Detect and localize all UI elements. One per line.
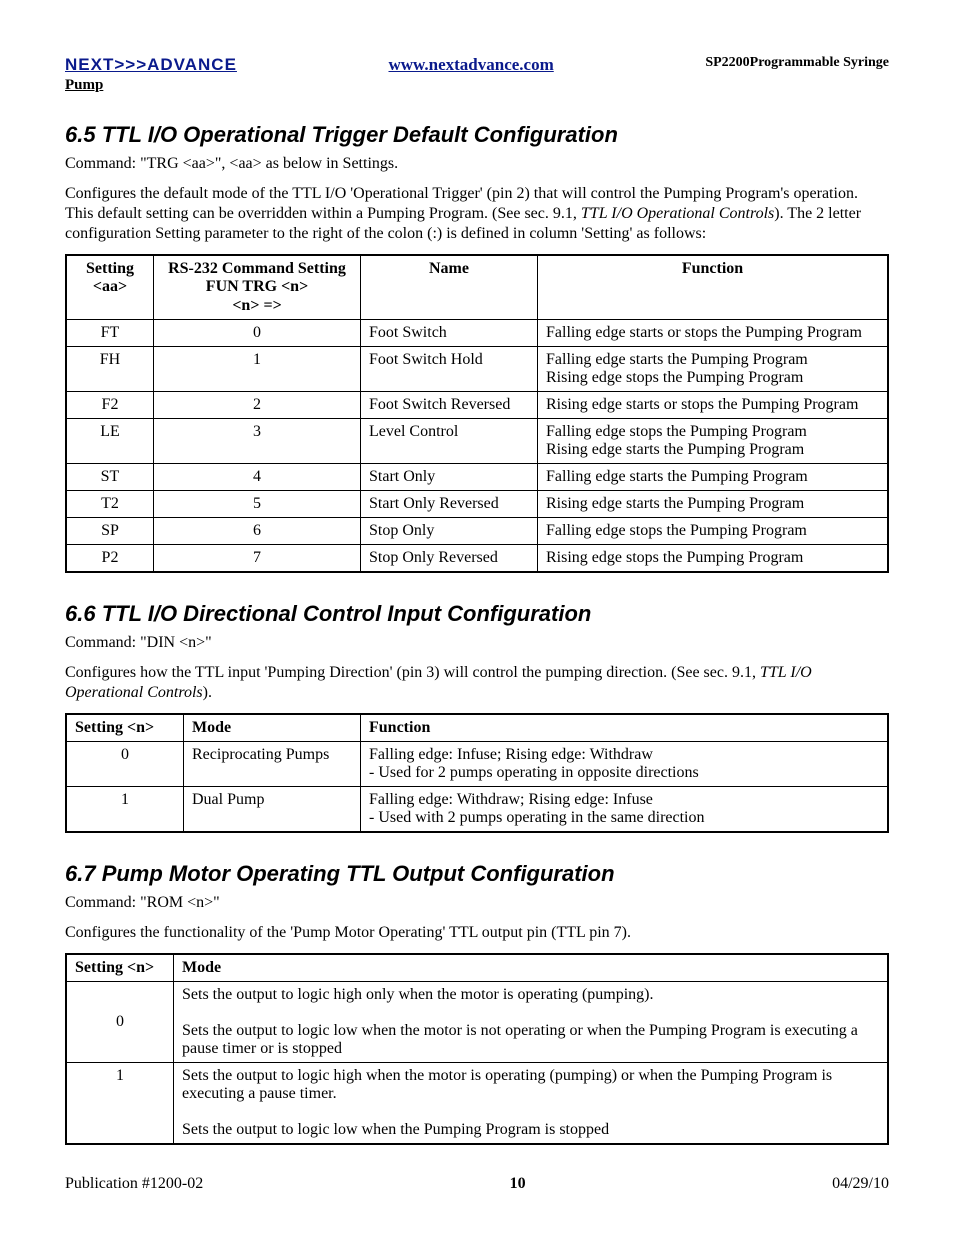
cell-function: Falling edge starts or stops the Pumping… xyxy=(538,320,889,347)
footer-left: Publication #1200-02 xyxy=(65,1175,203,1193)
cell-setting: SP xyxy=(66,518,154,545)
table-row: P2 7 Stop Only Reversed Rising edge stop… xyxy=(66,545,888,573)
section-6-7-command: Command: "ROM <n>" xyxy=(65,893,889,913)
cell-name: Level Control xyxy=(361,419,538,464)
section-6-7-desc: Configures the functionality of the 'Pum… xyxy=(65,923,889,943)
cell-rs232: 5 xyxy=(154,491,361,518)
cell-function: Falling edge starts the Pumping Program xyxy=(538,464,889,491)
cell-name: Stop Only Reversed xyxy=(361,545,538,573)
text: Configures how the TTL input 'Pumping Di… xyxy=(65,664,760,681)
cell-mode: Reciprocating Pumps xyxy=(184,742,361,787)
cell-function: Rising edge starts the Pumping Program xyxy=(538,491,889,518)
website-link[interactable]: www.nextadvance.com xyxy=(389,55,554,74)
col-rs232-sub2: <n> => xyxy=(232,297,281,314)
text-italic: TTL I/O Operational Controls xyxy=(581,205,774,222)
page-header: NEXT>>>ADVANCE www.nextadvance.com SP220… xyxy=(65,55,889,75)
footer-page-number: 10 xyxy=(510,1175,526,1193)
cell-setting: P2 xyxy=(66,545,154,573)
table-6-7: Setting <n> Mode 0 Sets the output to lo… xyxy=(65,953,889,1145)
col-mode: Mode xyxy=(174,954,889,982)
table-row: T2 5 Start Only Reversed Rising edge sta… xyxy=(66,491,888,518)
table-6-6: Setting <n> Mode Function 0 Reciprocatin… xyxy=(65,713,889,833)
table-6-6-body: 0 Reciprocating Pumps Falling edge: Infu… xyxy=(66,742,888,833)
col-setting: Setting <n> xyxy=(66,954,174,982)
page: NEXT>>>ADVANCE www.nextadvance.com SP220… xyxy=(0,0,954,1233)
section-6-6-command: Command: "DIN <n>" xyxy=(65,633,889,653)
col-rs232: RS-232 Command Setting xyxy=(168,260,346,277)
col-rs232-sub1: FUN TRG <n> xyxy=(206,278,308,295)
cell-name: Foot Switch Reversed xyxy=(361,392,538,419)
col-name: Name xyxy=(361,255,538,320)
table-row: LE 3 Level Control Falling edge stops th… xyxy=(66,419,888,464)
text: ). xyxy=(203,684,212,701)
cell-function: Falling edge stops the Pumping Program xyxy=(538,518,889,545)
table-row: SP 6 Stop Only Falling edge stops the Pu… xyxy=(66,518,888,545)
table-row: FT 0 Foot Switch Falling edge starts or … xyxy=(66,320,888,347)
section-6-5-desc: Configures the default mode of the TTL I… xyxy=(65,184,889,244)
col-setting: Setting <n> xyxy=(66,714,184,742)
cell-function: Falling edge stops the Pumping ProgramRi… xyxy=(538,419,889,464)
col-setting-sub: <aa> xyxy=(93,278,127,295)
col-mode: Mode xyxy=(184,714,361,742)
cell-rs232: 0 xyxy=(154,320,361,347)
cell-function: Falling edge: Infuse; Rising edge: Withd… xyxy=(361,742,889,787)
cell-rs232: 6 xyxy=(154,518,361,545)
cell-setting: ST xyxy=(66,464,154,491)
cell-name: Start Only Reversed xyxy=(361,491,538,518)
cell-setting: F2 xyxy=(66,392,154,419)
table-row: 1 Sets the output to logic high when the… xyxy=(66,1063,888,1145)
table-header-row: Setting <n> Mode Function xyxy=(66,714,888,742)
cell-setting: 1 xyxy=(66,1063,174,1145)
table-row: ST 4 Start Only Falling edge starts the … xyxy=(66,464,888,491)
cell-mode: Dual Pump xyxy=(184,787,361,833)
cell-rs232: 3 xyxy=(154,419,361,464)
section-6-6-desc: Configures how the TTL input 'Pumping Di… xyxy=(65,663,889,703)
table-6-5: Setting <aa> RS-232 Command Setting FUN … xyxy=(65,254,889,573)
product-name: SP2200Programmable Syringe xyxy=(705,55,889,71)
pump-label: Pump xyxy=(65,77,889,94)
section-6-7-heading: 6.7 Pump Motor Operating TTL Output Conf… xyxy=(65,861,889,887)
brand-logo: NEXT>>>ADVANCE xyxy=(65,55,237,74)
cell-setting: T2 xyxy=(66,491,154,518)
section-6-5-heading: 6.5 TTL I/O Operational Trigger Default … xyxy=(65,122,889,148)
page-footer: Publication #1200-02 10 04/29/10 xyxy=(65,1175,889,1193)
table-row: 1 Dual Pump Falling edge: Withdraw; Risi… xyxy=(66,787,888,833)
col-setting: Setting xyxy=(86,260,134,277)
table-row: 0 Reciprocating Pumps Falling edge: Infu… xyxy=(66,742,888,787)
section-6-6-heading: 6.6 TTL I/O Directional Control Input Co… xyxy=(65,601,889,627)
cell-setting: 0 xyxy=(66,982,174,1063)
cell-function: Rising edge starts or stops the Pumping … xyxy=(538,392,889,419)
cell-rs232: 1 xyxy=(154,347,361,392)
cell-rs232: 2 xyxy=(154,392,361,419)
cell-rs232: 7 xyxy=(154,545,361,573)
cell-setting: 1 xyxy=(66,787,184,833)
cell-name: Start Only xyxy=(361,464,538,491)
cell-setting: 0 xyxy=(66,742,184,787)
cell-mode: Sets the output to logic high when the m… xyxy=(174,1063,889,1145)
table-header-row: Setting <n> Mode xyxy=(66,954,888,982)
cell-setting: FH xyxy=(66,347,154,392)
table-row: 0 Sets the output to logic high only whe… xyxy=(66,982,888,1063)
table-6-5-body: FT 0 Foot Switch Falling edge starts or … xyxy=(66,320,888,573)
cell-function: Rising edge stops the Pumping Program xyxy=(538,545,889,573)
cell-name: Stop Only xyxy=(361,518,538,545)
cell-name: Foot Switch xyxy=(361,320,538,347)
cell-setting: FT xyxy=(66,320,154,347)
col-function: Function xyxy=(538,255,889,320)
cell-function: Falling edge starts the Pumping ProgramR… xyxy=(538,347,889,392)
table-header-row: Setting <aa> RS-232 Command Setting FUN … xyxy=(66,255,888,320)
section-6-5-command: Command: "TRG <aa>", <aa> as below in Se… xyxy=(65,154,889,174)
cell-mode: Sets the output to logic high only when … xyxy=(174,982,889,1063)
cell-function: Falling edge: Withdraw; Rising edge: Inf… xyxy=(361,787,889,833)
table-row: FH 1 Foot Switch Hold Falling edge start… xyxy=(66,347,888,392)
cell-setting: LE xyxy=(66,419,154,464)
col-function: Function xyxy=(361,714,889,742)
cell-rs232: 4 xyxy=(154,464,361,491)
table-row: F2 2 Foot Switch Reversed Rising edge st… xyxy=(66,392,888,419)
footer-right: 04/29/10 xyxy=(832,1175,889,1193)
table-6-7-body: 0 Sets the output to logic high only whe… xyxy=(66,982,888,1145)
cell-name: Foot Switch Hold xyxy=(361,347,538,392)
